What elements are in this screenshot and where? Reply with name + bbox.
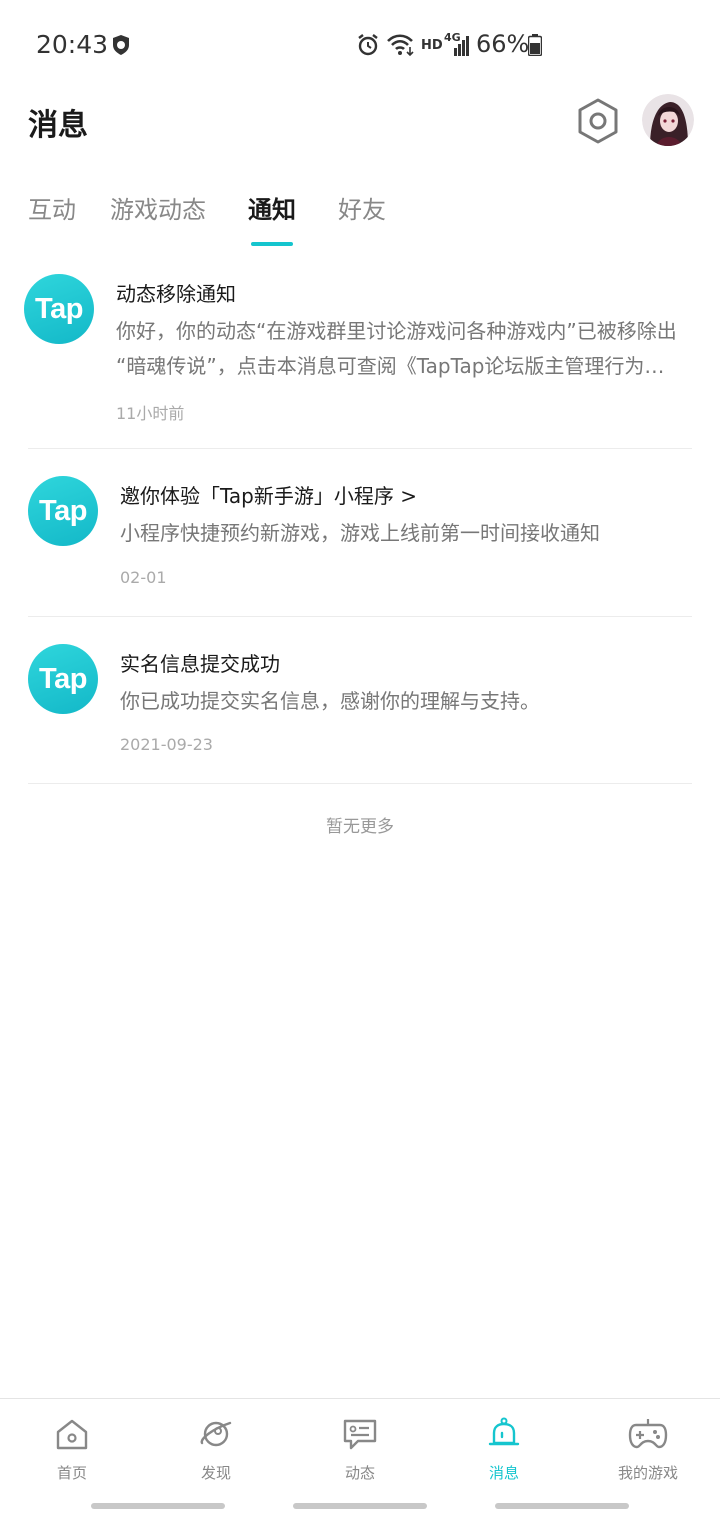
tab-game-news[interactable]: 游戏动态 <box>110 190 206 225</box>
signal-icon <box>454 36 469 56</box>
notification-item[interactable]: Tap 实名信息提交成功 你已成功提交实名信息，感谢你的理解与支持。 2021-… <box>0 628 720 783</box>
taptap-logo-icon: Tap <box>28 476 98 546</box>
page-title: 消息 <box>28 108 88 143</box>
tab-friends[interactable]: 好友 <box>338 190 386 225</box>
shield-icon <box>113 35 129 55</box>
taptap-logo-icon: Tap <box>24 274 94 344</box>
gesture-pill <box>293 1503 427 1509</box>
avatar-image <box>642 94 694 146</box>
wifi-icon <box>387 34 414 57</box>
divider <box>28 783 692 784</box>
nav-home[interactable]: 首页 <box>0 1399 144 1496</box>
divider <box>28 448 692 449</box>
notification-body: 小程序快捷预约新游戏，游戏上线前第一时间接收通知 <box>120 521 600 545</box>
bottom-nav: 首页 发现 动态 消息 我的游戏 <box>0 1398 720 1495</box>
notification-time: 2021-09-23 <box>120 735 213 754</box>
notification-body: 你已成功提交实名信息，感谢你的理解与支持。 <box>120 689 540 713</box>
taptap-logo-icon: Tap <box>28 644 98 714</box>
battery-icon <box>528 34 542 56</box>
gamepad-icon <box>628 1419 668 1449</box>
planet-icon <box>200 1421 232 1447</box>
notification-title: 邀你体验「Tap新手游」小程序 > <box>120 484 417 508</box>
notification-time: 02-01 <box>120 568 167 587</box>
notification-body: 你好，你的动态“在游戏群里讨论游戏问各种游戏内”已被移除出 “暗魂传说”，点击本… <box>116 319 677 378</box>
nav-feed[interactable]: 动态 <box>288 1399 432 1496</box>
tab-interaction[interactable]: 互动 <box>28 190 76 225</box>
gesture-bar <box>0 1495 720 1520</box>
gesture-pill <box>495 1503 629 1509</box>
status-bar: 20:43 HD 4G 66% <box>0 0 720 90</box>
no-more-text: 暂无更多 <box>326 817 394 837</box>
notification-item[interactable]: Tap 邀你体验「Tap新手游」小程序 > 小程序快捷预约新游戏，游戏上线前第一… <box>0 460 720 615</box>
nav-discover[interactable]: 发现 <box>144 1399 288 1496</box>
avatar[interactable] <box>642 94 694 146</box>
status-time: 20:43 <box>36 30 109 59</box>
active-tab-indicator <box>251 242 293 246</box>
hd-label: HD <box>421 38 443 53</box>
gesture-pill <box>91 1503 225 1509</box>
notification-item[interactable]: Tap 动态移除通知 你好，你的动态“在游戏群里讨论游戏问各种游戏内”已被移除出… <box>0 258 720 448</box>
tab-notifications[interactable]: 通知 <box>248 190 296 225</box>
settings-button[interactable] <box>574 96 622 146</box>
settings-hexagon-icon <box>578 98 618 144</box>
chat-bubble-icon <box>343 1419 377 1450</box>
home-icon <box>56 1419 88 1450</box>
notification-time: 11小时前 <box>116 404 185 423</box>
notification-title: 实名信息提交成功 <box>120 652 280 676</box>
alarm-icon <box>358 34 378 56</box>
battery-percent: 66% <box>476 30 530 58</box>
notification-title: 动态移除通知 <box>116 282 236 306</box>
nav-my-games[interactable]: 我的游戏 <box>576 1399 720 1496</box>
divider <box>28 616 692 617</box>
bell-icon <box>488 1417 520 1446</box>
nav-messages[interactable]: 消息 <box>432 1399 576 1496</box>
